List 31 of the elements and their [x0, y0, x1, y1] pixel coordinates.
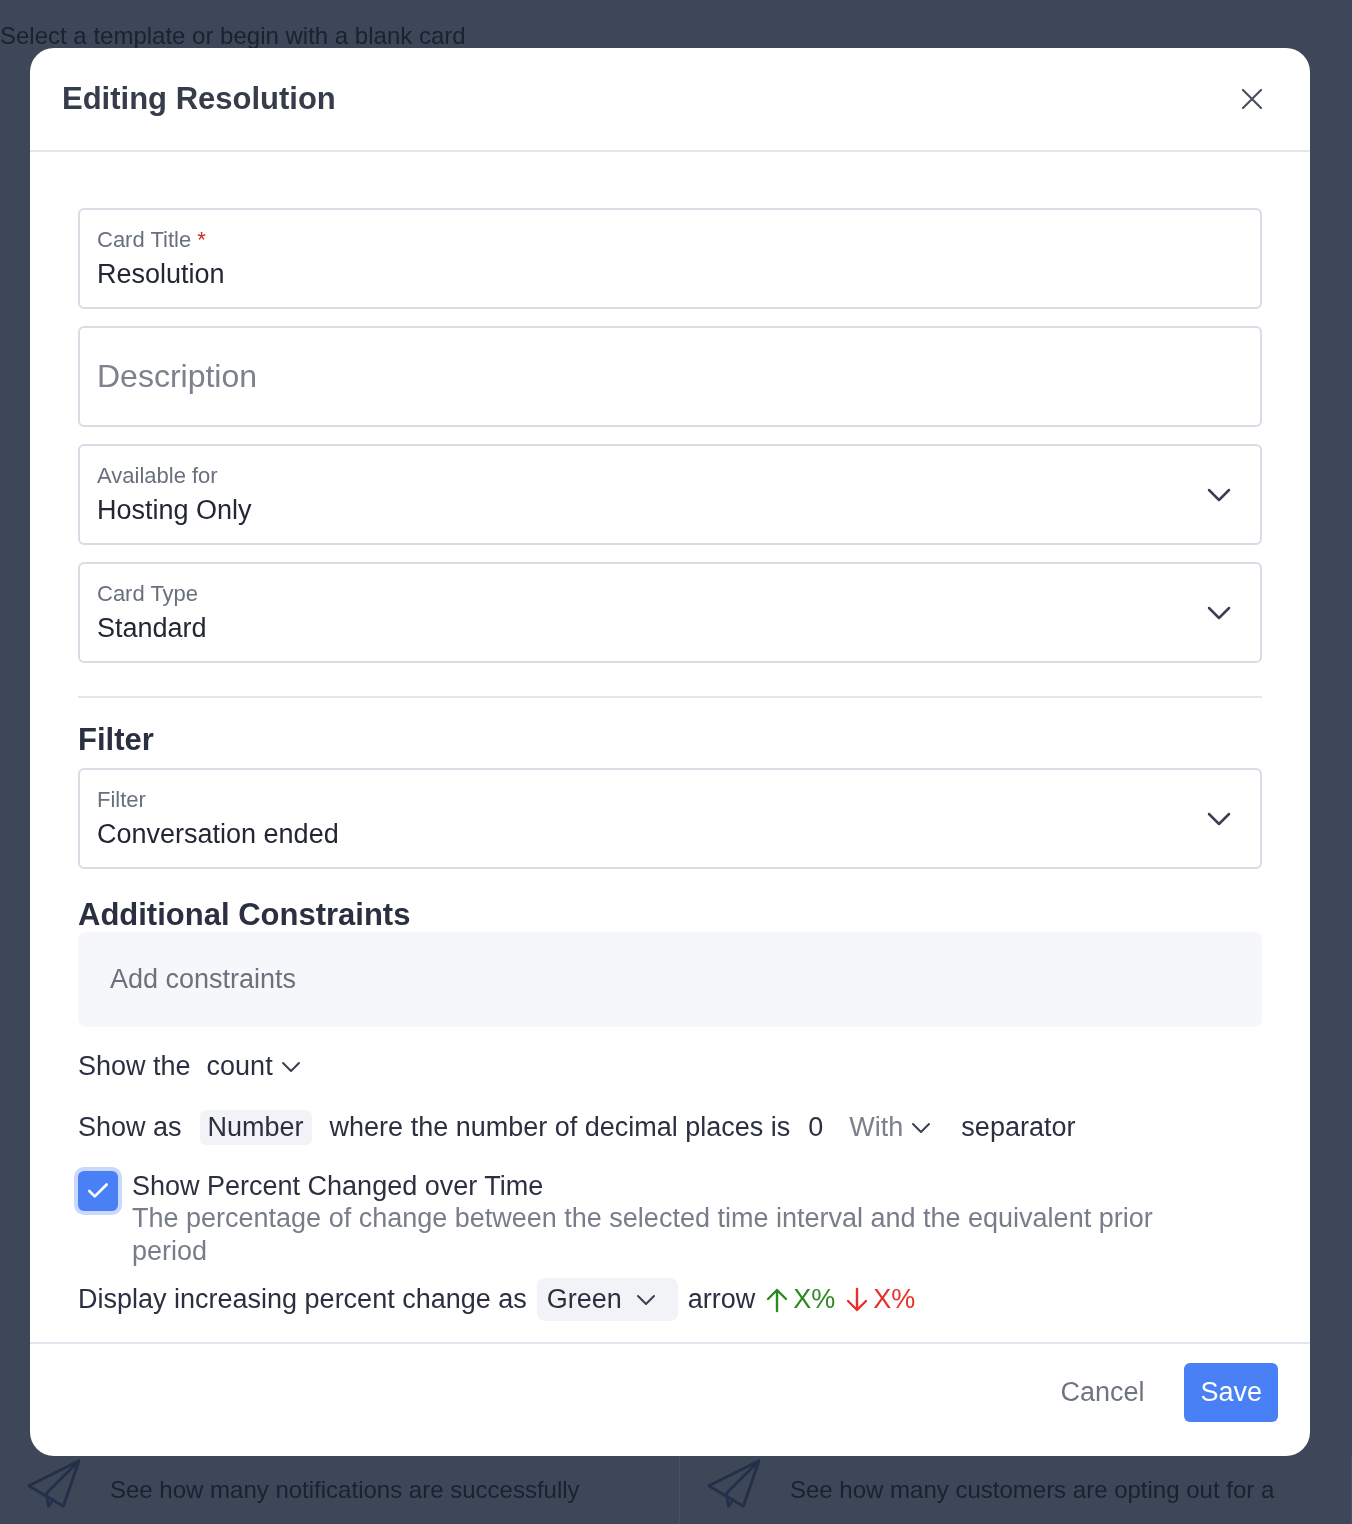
row-label: Show the: [78, 1051, 191, 1082]
save-button[interactable]: Save: [1184, 1362, 1278, 1422]
select-field[interactable]: Card Type Standard: [78, 562, 1262, 663]
decrease-sample: X%: [873, 1284, 916, 1315]
select-field[interactable]: Filter Conversation ended: [78, 768, 1262, 869]
paper-plane-icon: [26, 1458, 82, 1510]
cancel-button[interactable]: Cancel: [1044, 1362, 1161, 1422]
row-label: where the number of decimal places is: [329, 1112, 791, 1143]
select-field[interactable]: Available for Hosting Only: [78, 444, 1262, 545]
checkbox-label: Show Percent Changed over Time: [132, 1171, 545, 1202]
increase-sample: X%: [793, 1284, 836, 1315]
add-constraints-button[interactable]: Add constraints: [78, 932, 1262, 1027]
metric-dropdown[interactable]: count: [206, 1051, 313, 1082]
paper-plane-icon: [706, 1458, 762, 1510]
separator-dropdown[interactable]: With: [849, 1112, 944, 1143]
arrow-down-icon: [845, 1286, 870, 1313]
close-icon[interactable]: [1240, 87, 1264, 111]
row-label: separator: [961, 1112, 1076, 1143]
row-label: arrow: [687, 1284, 756, 1315]
row-label: Display increasing percent change as: [78, 1284, 527, 1315]
section-heading: Additional Constraints: [78, 898, 412, 932]
color-dropdown[interactable]: Green: [536, 1278, 678, 1321]
checkbox-description: The percentage of change between the selected time interval and the equivalent prior period: [132, 1202, 1154, 1268]
row-label: Show as: [78, 1112, 182, 1143]
dialog-title: Editing Resolution: [62, 81, 336, 117]
section-heading: Filter: [78, 722, 155, 758]
decimal-places-value[interactable]: 0: [808, 1112, 824, 1143]
format-dropdown[interactable]: Number: [199, 1110, 312, 1145]
arrow-up-icon: [765, 1286, 790, 1313]
text-field[interactable]: Card Title * Resolution: [78, 208, 1262, 309]
text-field[interactable]: Description: [78, 326, 1262, 427]
